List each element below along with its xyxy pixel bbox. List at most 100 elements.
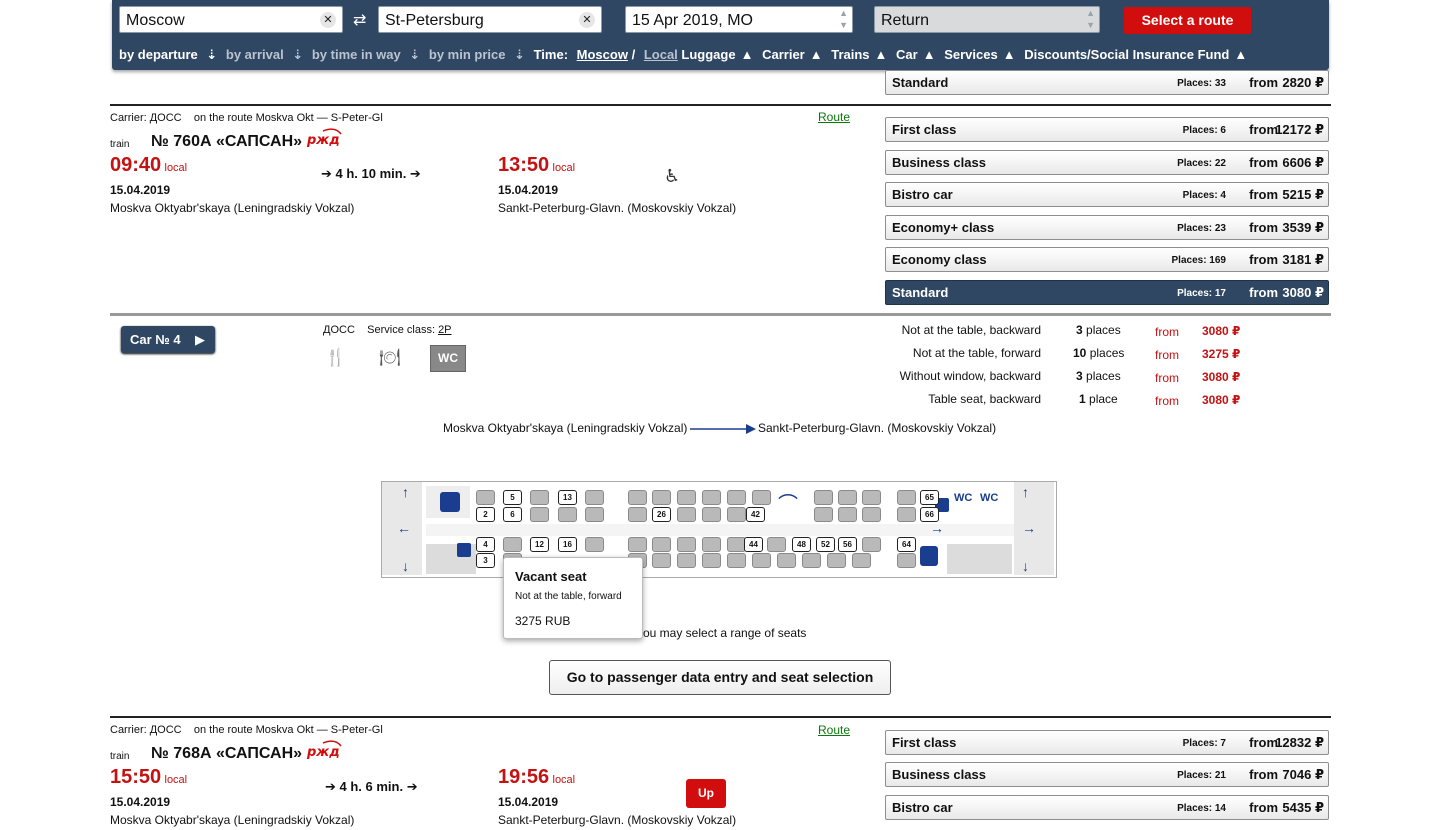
filter-carrier[interactable]: Carrier ▲ (762, 47, 823, 62)
seat-vacant[interactable]: 26 (652, 507, 671, 522)
range-hint: ou may select a range of seats (643, 626, 807, 640)
arr-time: 19:56 (498, 766, 550, 788)
class-card-standard-selected[interactable]: Standard Places: 17 from 3080 ₽ (885, 280, 1329, 305)
seat-vacant[interactable]: 64 (897, 537, 916, 552)
time-moscow-link[interactable]: Moscow (577, 47, 628, 62)
class-from: from (1249, 735, 1278, 750)
class-price: 5215 ₽ (1282, 187, 1324, 202)
class-price: 12172 ₽ (1275, 122, 1324, 137)
return-spinner-icon[interactable]: ▲ ▼ (1086, 7, 1095, 31)
class-card-business[interactable]: Business class Places: 22 from 6606 ₽ (885, 150, 1329, 175)
date-input[interactable]: 15 Apr 2019, MO ▲ ▼ (625, 6, 853, 33)
seat-vacant[interactable]: 65 (920, 490, 939, 505)
seat-vacant[interactable]: 66 (920, 507, 939, 522)
scroll-up-button[interactable]: Up (686, 779, 726, 808)
seat-vacant[interactable]: 5 (503, 490, 522, 505)
exit-up-icon: ↑ (402, 484, 409, 500)
seat-occupied (652, 553, 671, 568)
from-input[interactable]: Moscow ✕ (119, 6, 343, 33)
car-carrier: ДОСС (323, 324, 355, 336)
seat-vacant[interactable]: 2 (476, 507, 495, 522)
count: 3 (1076, 323, 1083, 337)
sort-by-price[interactable]: by min price ⇣ (429, 47, 525, 62)
time-local-link[interactable]: Local (644, 47, 678, 62)
to-input[interactable]: St-Petersburg ✕ (378, 6, 602, 33)
seat-occupied (677, 537, 696, 552)
date-spinner-icon[interactable]: ▲ ▼ (839, 7, 848, 31)
seat-vacant[interactable]: 4 (476, 537, 495, 552)
clear-to-icon[interactable]: ✕ (579, 12, 595, 28)
seat-occupied (530, 507, 549, 522)
class-card-bistro[interactable]: Bistro car Places: 14 from 5435 ₽ (885, 795, 1329, 820)
train1-arr-station: Sankt-Peterburg-Glavn. (Moskovskiy Vokza… (498, 201, 737, 215)
sort-by-arrival[interactable]: by arrival ⇣ (226, 47, 303, 62)
seat-occupied (727, 553, 746, 568)
train2-arr-station: Sankt-Peterburg-Glavn. (Moskovskiy Vokza… (498, 813, 737, 827)
seat-type-label: Not at the table, forward (912, 346, 1041, 360)
go-to-passenger-data-button[interactable]: Go to passenger data entry and seat sele… (549, 660, 891, 695)
seat-vacant[interactable]: 44 (744, 537, 763, 552)
aisle (426, 524, 1014, 536)
car-label: Car № 4 (130, 332, 181, 347)
seat-vacant[interactable]: 3 (476, 553, 495, 568)
seat-vacant[interactable]: 48 (792, 537, 811, 552)
train2-route-link[interactable]: Route (818, 723, 850, 737)
seat-type-from: from (1155, 348, 1179, 362)
class-name: Bistro car (892, 187, 953, 202)
seat-occupied (767, 537, 786, 552)
train2-duration: ➔ 4 h. 6 min. ➔ (325, 779, 418, 794)
car-number-button[interactable]: Car № 4 ▶ (121, 326, 215, 353)
filter-car[interactable]: Car ▲ (896, 47, 936, 62)
class-places: Places: 14 (1177, 803, 1226, 814)
seat-occupied (727, 507, 746, 522)
seat-vacant[interactable]: 16 (558, 537, 577, 552)
filter-trains[interactable]: Trains ▲ (831, 47, 887, 62)
class-card-bistro[interactable]: Bistro car Places: 4 from 5215 ₽ (885, 182, 1329, 207)
seat-vacant[interactable]: 6 (503, 507, 522, 522)
class-name: Economy+ class (892, 220, 995, 235)
filter-luggage[interactable]: Luggage ▲ (681, 47, 753, 62)
seat-vacant[interactable]: 13 (558, 490, 577, 505)
train2-dep-station: Moskva Oktyabr'skaya (Leningradskiy Vokz… (110, 813, 355, 827)
rzd-logo-icon: ржд (305, 740, 343, 763)
filter-services[interactable]: Services ▲ (944, 47, 1015, 62)
train1-departure: 09:40 local (110, 154, 187, 177)
return-input[interactable]: Return ▲ ▼ (874, 6, 1100, 33)
seat-occupied (802, 553, 821, 568)
class-price: 6606 ₽ (1282, 155, 1324, 170)
seat-vacant[interactable]: 12 (530, 537, 549, 552)
class-from: from (1249, 252, 1278, 267)
seat-occupied (777, 553, 796, 568)
seat-vacant[interactable]: 56 (838, 537, 857, 552)
service-class-value[interactable]: 2Р (438, 324, 451, 336)
seat-vacant[interactable]: 42 (746, 507, 765, 522)
dep-time: 15:50 (110, 766, 162, 788)
train1-number[interactable]: № 760А «САПСАН» (151, 133, 302, 151)
train1-arr-date: 15.04.2019 (498, 183, 559, 197)
seat-type-label: Not at the table, backward (901, 323, 1041, 337)
class-places: Places: 22 (1177, 158, 1226, 169)
class-card-business[interactable]: Business class Places: 21 from 7046 ₽ (885, 762, 1329, 787)
seat-vacant[interactable]: 52 (816, 537, 835, 552)
filter-discounts[interactable]: Discounts/Social Insurance Fund ▲ (1024, 47, 1247, 62)
sort-by-departure[interactable]: by departure ⇣ (119, 47, 217, 62)
prev-standard-card[interactable]: Standard Places: 33 from 2820 ₽ (885, 70, 1329, 95)
seat-type-count: 1 place (1079, 392, 1118, 406)
train1-route-link[interactable]: Route (818, 110, 850, 124)
select-route-button[interactable]: Select a route (1124, 7, 1251, 34)
class-card-economy-plus[interactable]: Economy+ class Places: 23 from 3539 ₽ (885, 215, 1329, 240)
class-card-economy[interactable]: Economy class Places: 169 from 3181 ₽ (885, 247, 1329, 272)
train2-number[interactable]: № 768А «САПСАН» (151, 745, 302, 763)
swap-icon[interactable]: ⇄ (353, 10, 366, 30)
class-name: Business class (892, 767, 986, 782)
seat-occupied (585, 537, 604, 552)
sort-by-time[interactable]: by time in way ⇣ (312, 47, 420, 62)
clear-from-icon[interactable]: ✕ (320, 12, 336, 28)
class-card-first[interactable]: First class Places: 7 from 12832 ₽ (885, 730, 1329, 755)
seat-occupied (558, 507, 577, 522)
seat-occupied (628, 537, 647, 552)
seat-occupied (852, 553, 871, 568)
class-places: Places: 23 (1177, 223, 1226, 234)
class-card-first[interactable]: First class Places: 6 from 12172 ₽ (885, 117, 1329, 142)
chevron-right-icon: ▶ (195, 332, 205, 347)
